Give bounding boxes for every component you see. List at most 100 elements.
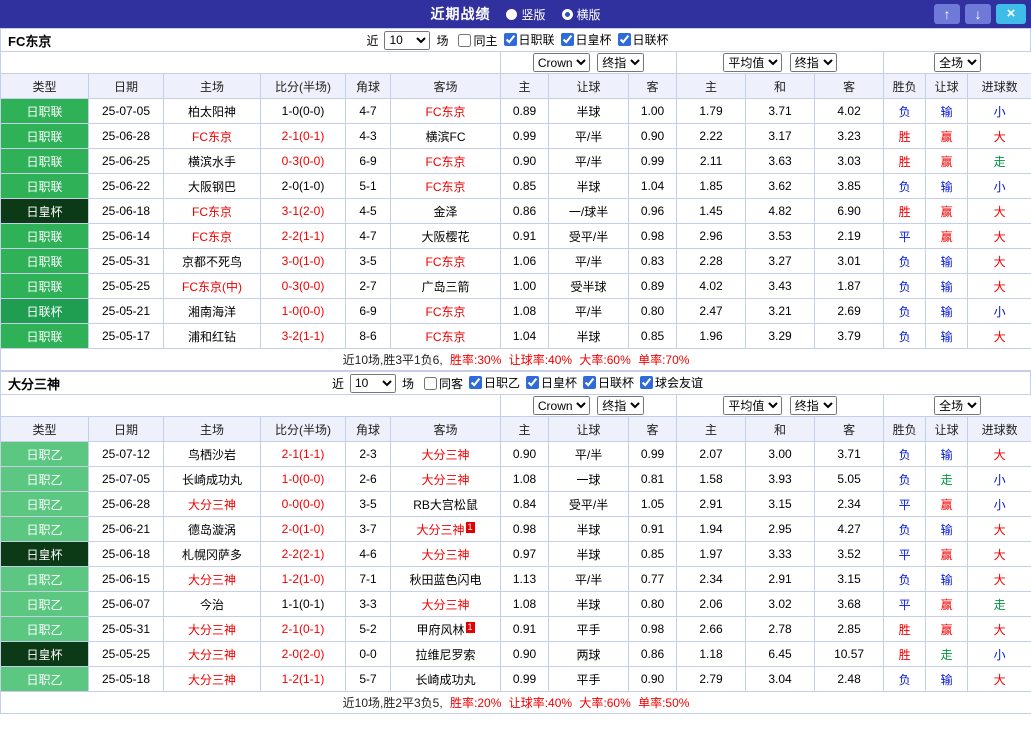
odds-source-select[interactable]: Crown bbox=[533, 396, 590, 415]
match-row: 日职乙25-05-31大分三神2-1(0-1)5-2甲府风林10.91平手0.9… bbox=[1, 617, 1031, 642]
team-name: 德岛漩涡 bbox=[188, 523, 236, 537]
avg-time-select[interactable]: 终指 bbox=[790, 396, 837, 415]
league-cell: 日职联 bbox=[1, 274, 89, 299]
odds-handicap-cell: 平/半 bbox=[549, 567, 629, 592]
result-outcome-cell: 胜 bbox=[884, 124, 926, 149]
avg-select[interactable]: 平均值 bbox=[723, 396, 782, 415]
result-handicap-cell: 赢 bbox=[926, 199, 968, 224]
team-name: 长崎成功丸 bbox=[182, 473, 242, 487]
avg-draw-cell: 2.78 bbox=[746, 617, 815, 642]
column-header: 日期 bbox=[89, 417, 164, 442]
column-header: 主 bbox=[501, 74, 549, 99]
corners-cell: 7-1 bbox=[346, 567, 391, 592]
match-row: 日职联25-05-31京都不死鸟3-0(1-0)3-5FC东京1.06平/半0.… bbox=[1, 249, 1031, 274]
result-handicap-cell: 输 bbox=[926, 517, 968, 542]
league-checkbox[interactable] bbox=[583, 376, 596, 389]
league-cell: 日职乙 bbox=[1, 467, 89, 492]
corners-cell: 2-6 bbox=[346, 467, 391, 492]
scope-select[interactable]: 全场 bbox=[934, 396, 981, 415]
away-team-cell: 大阪樱花 bbox=[391, 224, 501, 249]
home-team-cell: 今治 bbox=[164, 592, 261, 617]
same-venue-checkbox[interactable] bbox=[424, 377, 437, 390]
matches-table: Crown 终指 平均值 终指 全场 类型日期主场比分(半场)角球客场主让球客主… bbox=[0, 394, 1031, 714]
league-checkbox[interactable] bbox=[469, 376, 482, 389]
column-header: 主场 bbox=[164, 74, 261, 99]
avg-draw-cell: 3.53 bbox=[746, 224, 815, 249]
home-team-cell: FC东京 bbox=[164, 199, 261, 224]
avg-select[interactable]: 平均值 bbox=[723, 53, 782, 72]
odds-source-select[interactable]: Crown bbox=[533, 53, 590, 72]
team-name: 湘南海洋 bbox=[188, 305, 236, 319]
same-venue-filter[interactable]: 同主 bbox=[452, 32, 497, 49]
team-name: 大分三神 bbox=[422, 473, 470, 487]
matches-body: 日职联25-07-05柏太阳神1-0(0-0)4-7FC东京0.89半球1.00… bbox=[1, 99, 1031, 349]
result-handicap-cell: 输 bbox=[926, 99, 968, 124]
scope-select[interactable]: 全场 bbox=[934, 53, 981, 72]
league-filter[interactable]: 日联杯 bbox=[612, 31, 669, 48]
league-cell: 日职联 bbox=[1, 224, 89, 249]
result-goals-cell: 小 bbox=[968, 99, 1031, 124]
odds-time-select[interactable]: 终指 bbox=[597, 396, 644, 415]
summary-row: 近10场,胜3平1负6, 胜率:30% 让球率:40% 大率:60% 单率:70… bbox=[1, 349, 1031, 371]
date-cell: 25-07-12 bbox=[89, 442, 164, 467]
odds-time-select[interactable]: 终指 bbox=[597, 53, 644, 72]
league-filter-label: 日职联 bbox=[519, 31, 555, 48]
league-filter[interactable]: 日联杯 bbox=[577, 374, 634, 391]
odds-home-cell: 1.13 bbox=[501, 567, 549, 592]
result-goals-cell: 小 bbox=[968, 467, 1031, 492]
team-name: FC东京 bbox=[426, 180, 466, 194]
score-cell: 2-0(1-0) bbox=[261, 174, 346, 199]
odds-home-cell: 0.90 bbox=[501, 442, 549, 467]
window-buttons: ↑ ↓ × bbox=[929, 4, 1026, 24]
score-cell: 2-2(1-1) bbox=[261, 224, 346, 249]
score-cell: 1-2(1-0) bbox=[261, 567, 346, 592]
column-header: 类型 bbox=[1, 74, 89, 99]
odds-home-cell: 0.89 bbox=[501, 99, 549, 124]
team-name: FC东京 bbox=[426, 255, 466, 269]
home-team-cell: FC东京 bbox=[164, 224, 261, 249]
match-count-select[interactable]: 10 bbox=[384, 31, 430, 50]
league-checkbox[interactable] bbox=[526, 376, 539, 389]
league-filter-label: 日皇杯 bbox=[576, 31, 612, 48]
layout-radio-horizontal[interactable]: 横版 bbox=[562, 6, 601, 23]
date-cell: 25-05-18 bbox=[89, 667, 164, 692]
league-filter[interactable]: 日皇杯 bbox=[520, 374, 577, 391]
avg-draw-cell: 3.00 bbox=[746, 442, 815, 467]
result-outcome-cell: 负 bbox=[884, 99, 926, 124]
avg-home-cell: 2.34 bbox=[677, 567, 746, 592]
corners-cell: 8-6 bbox=[346, 324, 391, 349]
same-venue-filter[interactable]: 同客 bbox=[418, 375, 463, 392]
match-count-select[interactable]: 10 bbox=[350, 374, 396, 393]
summary-segment: 胜率:30% bbox=[450, 353, 501, 367]
avg-away-cell: 3.15 bbox=[815, 567, 884, 592]
avg-time-select[interactable]: 终指 bbox=[790, 53, 837, 72]
league-filter[interactable]: 球会友谊 bbox=[634, 374, 703, 391]
league-checkbox[interactable] bbox=[618, 33, 631, 46]
home-team-cell: 大分三神 bbox=[164, 617, 261, 642]
league-checkbox[interactable] bbox=[561, 33, 574, 46]
layout-radio-vertical[interactable]: 竖版 bbox=[506, 6, 545, 23]
result-outcome-cell: 胜 bbox=[884, 199, 926, 224]
league-filter[interactable]: 日职联 bbox=[498, 31, 555, 48]
league-checkbox[interactable] bbox=[640, 376, 653, 389]
result-handicap-cell: 输 bbox=[926, 567, 968, 592]
result-goals-cell: 大 bbox=[968, 124, 1031, 149]
move-up-button[interactable]: ↑ bbox=[934, 4, 960, 24]
league-cell: 日职乙 bbox=[1, 442, 89, 467]
matches-body: 日职乙25-07-12鸟栖沙岩2-1(1-1)2-3大分三神0.90平/半0.9… bbox=[1, 442, 1031, 692]
league-filter[interactable]: 日职乙 bbox=[463, 374, 520, 391]
league-checkbox[interactable] bbox=[504, 33, 517, 46]
league-filter[interactable]: 日皇杯 bbox=[555, 31, 612, 48]
move-down-button[interactable]: ↓ bbox=[965, 4, 991, 24]
date-cell: 25-07-05 bbox=[89, 99, 164, 124]
column-header: 让球 bbox=[549, 417, 629, 442]
league-cell: 日联杯 bbox=[1, 299, 89, 324]
close-button[interactable]: × bbox=[996, 4, 1026, 24]
team-name: FC东京 bbox=[426, 105, 466, 119]
near-label: 近 bbox=[366, 32, 378, 49]
home-team-cell: 鸟栖沙岩 bbox=[164, 442, 261, 467]
league-cell: 日职乙 bbox=[1, 667, 89, 692]
result-goals-cell: 大 bbox=[968, 324, 1031, 349]
odds-home-cell: 1.06 bbox=[501, 249, 549, 274]
same-venue-checkbox[interactable] bbox=[458, 34, 471, 47]
